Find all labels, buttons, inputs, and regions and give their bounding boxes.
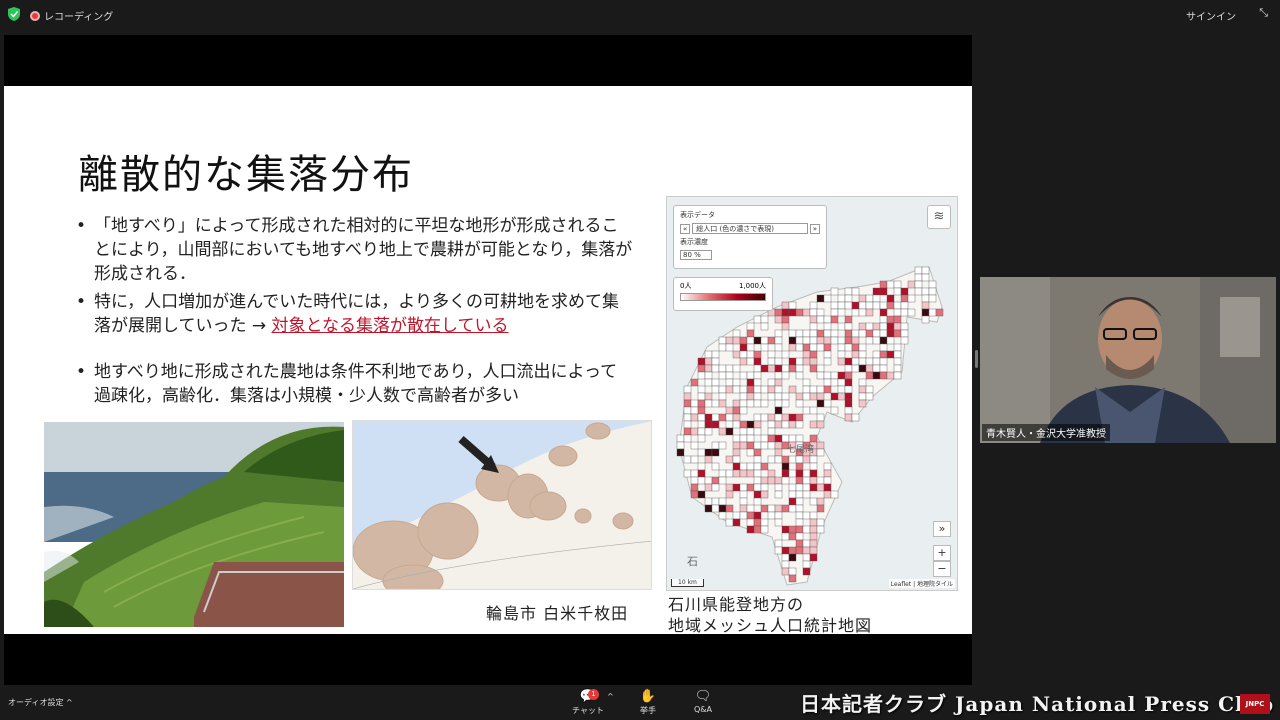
chat-button[interactable]: 💬 1 チャット — [568, 689, 608, 716]
bullet-text: 地すべり地に形成された農地は条件不利地であり，人口流出によって過疎化，高齢化．集… — [94, 362, 618, 406]
resize-handle[interactable] — [975, 350, 978, 368]
data-selector: « 総人口 (色の濃さで表現) » — [680, 223, 820, 234]
chat-options-icon[interactable]: ^ — [607, 692, 614, 701]
qa-button[interactable]: 🗨 Q&A — [683, 689, 723, 714]
hand-icon: ✋ — [639, 689, 657, 704]
opacity-selector: 80 % — [680, 250, 820, 260]
participant-name: 青木賢人・金沢大学准教授 — [982, 424, 1110, 441]
audio-settings-button[interactable]: オーディオ設定 ^ — [8, 697, 73, 708]
raise-hand-button[interactable]: ✋ 挙手 — [628, 689, 668, 716]
watermark: 日本記者クラブ Japan National Press Club — [800, 692, 1275, 716]
population-mesh-map[interactable]: 表示データ « 総人口 (色の濃さで表現) » 表示濃度 80 % 0人 1,00… — [666, 196, 958, 591]
legend-max: 1,000人 — [738, 282, 766, 290]
signin-button[interactable]: サインイン — [1186, 8, 1236, 23]
zoom-out-button[interactable]: − — [933, 561, 951, 577]
qa-icon: 🗨 — [694, 689, 712, 704]
map-caption-line1: 石川県能登地方の — [668, 595, 805, 614]
jnpc-logo: JNPC — [1240, 694, 1270, 714]
exit-fullscreen-icon[interactable]: ⤡ — [1259, 6, 1268, 20]
opacity-dropdown[interactable]: 80 % — [680, 250, 712, 260]
chevron-up-icon: ^ — [66, 698, 73, 707]
panel-label: 表示データ — [680, 211, 715, 219]
bullet-list: 「地すべり」によって形成された相対的に平坦な地形が形成されることにより，山間部に… — [74, 214, 634, 412]
legend-min: 0人 — [680, 282, 692, 290]
audio-label: オーディオ設定 — [8, 698, 64, 707]
map-attribution[interactable]: Leaflet | 地理院タイル — [888, 579, 955, 588]
recording-indicator[interactable]: レコーディング — [30, 8, 113, 23]
bullet-text: 「地すべり」によって形成された相対的に平坦な地形が形成されることにより，山間部に… — [94, 216, 633, 284]
qa-label: Q&A — [693, 705, 712, 714]
bullet-item: 特に，人口増加が進んでいた時代には，より多くの可耕地を求めて集落が展開していった… — [74, 290, 634, 338]
prev-button[interactable]: « — [680, 223, 691, 234]
speaker-video[interactable]: 青木賢人・金沢大学准教授 — [980, 277, 1276, 443]
recording-label: レコーディング — [44, 12, 114, 23]
top-bar: レコーディング サインイン ⤡ — [0, 0, 1280, 28]
map-scale: 10 km — [671, 579, 704, 587]
chat-label: チャット — [572, 706, 604, 715]
record-icon — [30, 10, 40, 21]
layers-icon[interactable]: ≋ — [927, 205, 951, 229]
map-caption: 石川県能登地方の 地域メッシュ人口統計地図 — [668, 594, 872, 636]
chat-badge: 1 — [588, 689, 599, 700]
next-button[interactable]: » — [809, 223, 820, 234]
bullet-item: 地すべり地に形成された農地は条件不利地であり，人口流出によって過疎化，高齢化．集… — [74, 360, 634, 408]
expand-button[interactable]: » — [933, 521, 951, 537]
terraced-fields-photo — [44, 422, 344, 627]
opacity-label: 表示濃度 — [680, 238, 708, 246]
legend-gradient — [680, 293, 766, 301]
photo-caption: 輪島市 白米千枚田 — [486, 604, 629, 623]
slide-title: 離散的な集落分布 — [78, 152, 414, 198]
shield-icon[interactable] — [8, 7, 20, 21]
topographic-map — [352, 420, 652, 590]
map-caption-line2: 地域メッシュ人口統計地図 — [668, 616, 873, 635]
map-legend: 0人 1,000人 — [673, 277, 773, 311]
highlight-text: 対象となる集落が散在している — [271, 316, 509, 336]
zoom-in-button[interactable]: + — [933, 545, 951, 561]
presentation-slide: 離散的な集落分布 「地すべり」によって形成された相対的に平坦な地形が形成されるこ… — [4, 86, 972, 636]
bay-label: 七尾湾 — [787, 445, 815, 455]
bullet-item: 「地すべり」によって形成された相対的に平坦な地形が形成されることにより，山間部に… — [74, 214, 634, 286]
display-data-panel: 表示データ « 総人口 (色の濃さで表現) » 表示濃度 80 % — [673, 205, 827, 269]
raise-hand-label: 挙手 — [640, 706, 656, 715]
data-dropdown[interactable]: 総人口 (色の濃さで表現) — [692, 223, 808, 234]
place-label: 石 — [687, 555, 698, 568]
